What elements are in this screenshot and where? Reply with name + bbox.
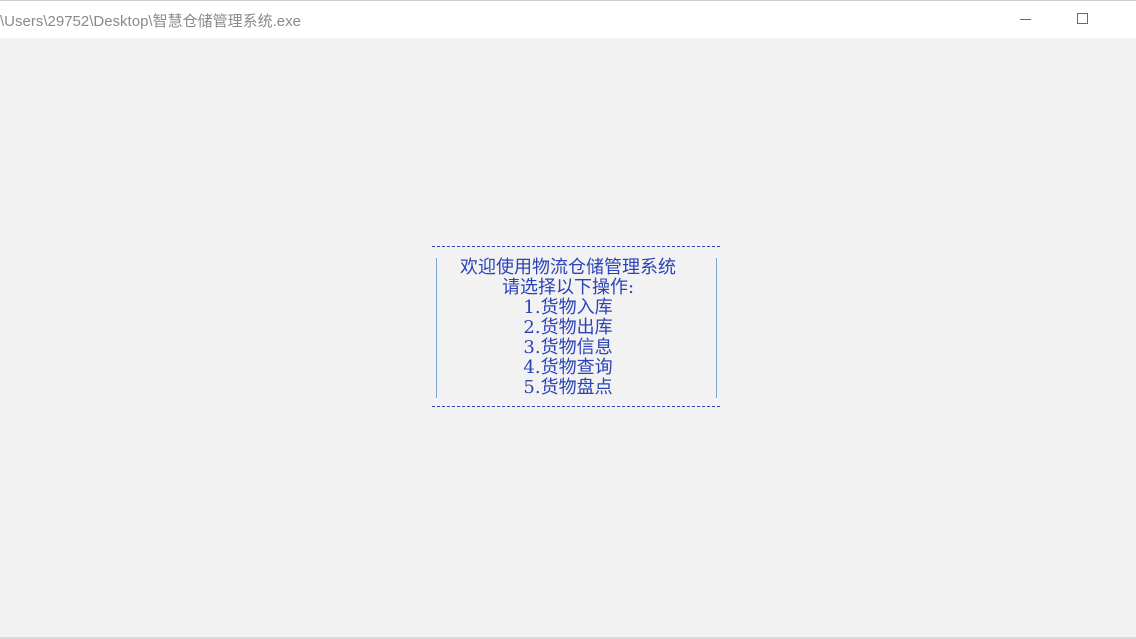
- console-output[interactable]: 欢迎使用物流仓储管理系统 请选择以下操作: 1.货物入库 2.货物出库 3.货物…: [0, 38, 1136, 638]
- console-window: \Users\29752\Desktop\智慧仓储管理系统.exe 欢迎使用物流…: [0, 0, 1136, 639]
- window-title: \Users\29752\Desktop\智慧仓储管理系统.exe: [0, 13, 301, 30]
- menu-option-2: 2.货物出库: [523, 317, 613, 338]
- maximize-button[interactable]: [1054, 1, 1112, 38]
- menu-option-5: 5.货物盘点: [523, 377, 613, 398]
- menu-top-border: [432, 246, 720, 247]
- menu-option-1: 1.货物入库: [523, 297, 613, 318]
- menu-option-4: 4.货物查询: [523, 357, 613, 378]
- minimize-icon: [1020, 19, 1031, 20]
- prompt-text: 请选择以下操作:: [501, 277, 635, 298]
- menu-option-3: 3.货物信息: [523, 337, 613, 358]
- title-bar[interactable]: \Users\29752\Desktop\智慧仓储管理系统.exe: [0, 0, 1136, 38]
- menu-bottom-border: [432, 406, 720, 407]
- welcome-text: 欢迎使用物流仓储管理系统: [460, 257, 676, 278]
- minimize-button[interactable]: [996, 1, 1054, 38]
- maximize-icon: [1077, 13, 1088, 24]
